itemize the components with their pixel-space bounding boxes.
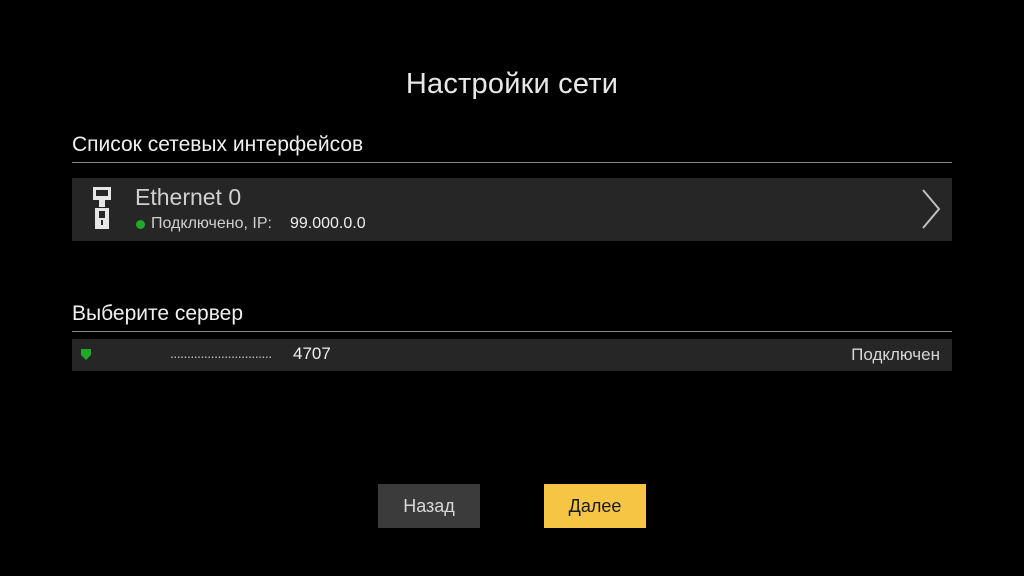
connected-status-dot	[136, 219, 145, 229]
back-button[interactable]: Назад	[378, 484, 480, 528]
interface-name: Ethernet 0	[135, 184, 242, 210]
server-row[interactable]: .............................. 4707 Подк…	[72, 339, 952, 371]
network-settings-screen: Настройки сети Список сетевых интерфейсо…	[0, 0, 1024, 576]
server-section-header: Выберите сервер	[72, 302, 952, 332]
chevron-right-icon	[922, 189, 941, 229]
page-title: Настройки сети	[405, 68, 619, 100]
interface-row-ethernet-0[interactable]: Ethernet 0 Подключено, IP: 99.000.0.0	[72, 178, 952, 241]
server-status: Подключен	[851, 345, 940, 364]
server-port: 4707	[293, 344, 331, 363]
interface-status: Подключено, IP: 99.000.0.0	[136, 215, 366, 233]
interface-status-label: Подключено, IP:	[151, 215, 272, 232]
interface-ip-address: 99.000.0.0	[289, 215, 366, 232]
ethernet-port-icon	[93, 187, 111, 229]
interfaces-section-header: Список сетевых интерфейсов	[72, 133, 952, 163]
server-address-dots: ..............................	[170, 345, 272, 361]
server-connected-icon	[81, 349, 91, 360]
next-button[interactable]: Далее	[544, 484, 646, 528]
